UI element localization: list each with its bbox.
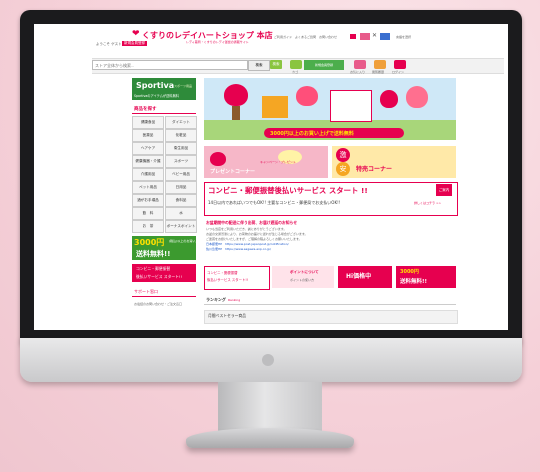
login-label: ログイン — [392, 70, 405, 74]
ranking-sub: Ranking — [228, 298, 241, 302]
category-hygiene[interactable]: 衛生用品 — [165, 142, 197, 155]
monitor-stand — [186, 428, 354, 448]
present-label: プレゼントコーナー — [210, 169, 256, 175]
cvs-sidebar-label: コンビニ・郵便振替 — [136, 266, 171, 271]
notice-line-4[interactable]: 日本郵便HP https://www.post.japanpost.jp/not… — [206, 242, 289, 246]
cvs-headline: コンビニ・郵便振替後払いサービス スタート !! — [208, 186, 368, 195]
category-daily[interactable]: 日用品 — [165, 181, 197, 194]
browser-screen: ❤ くすりのレデイハートショップ 本店 レディ薬局・くすりのレデイ運営の通販サイ… — [34, 24, 508, 330]
language-label: 言語を選択 — [396, 35, 412, 39]
support-heading: サポート窓口 — [134, 289, 158, 294]
top-links[interactable]: ご利用ガイド よくあるご質問 お問い合わせ — [274, 35, 337, 39]
search-scope-select[interactable]: 検索 — [248, 60, 270, 71]
present-sub: キャンペーン・プレゼント — [260, 160, 296, 164]
category-pet[interactable]: ペット用品 — [132, 181, 164, 194]
category-baby[interactable]: ベビー用品 — [165, 168, 197, 181]
category-bargain[interactable]: 酒がお手頃品 — [132, 194, 164, 207]
free-ship-amount: 3000円 — [400, 269, 419, 275]
heart-logo-icon: ❤ — [132, 29, 140, 39]
present-heart-icon — [210, 152, 226, 166]
heart-character-right — [380, 90, 398, 108]
free-shipping-strip-text: 3000円以上のお買い上げで送料無料 — [270, 131, 354, 137]
notice-title: お盆期間中の配送に伴う出荷、お届け遅延のお知らせ — [206, 220, 298, 225]
member-register-link[interactable]: 新規会員登録 — [122, 41, 147, 46]
monthly-bestseller: 月間ベストセラー商品 — [208, 313, 247, 318]
search-scope-label: 検索 — [255, 63, 263, 67]
free-ship-text: 送料無料!! — [400, 279, 428, 285]
search-button[interactable]: 検索 — [270, 60, 282, 69]
category-food[interactable]: 食料品 — [165, 194, 197, 207]
hi-price-text: Hi価格中 — [346, 273, 372, 280]
site-logo-sub: レディ薬局・くすりのレデイ運営の通販サイト — [186, 40, 249, 44]
point-sub: ポイントの使い方 — [290, 278, 315, 282]
close-icon[interactable]: ✕ — [372, 32, 377, 39]
promo-note: (税込)以上のお買い上げで — [169, 239, 205, 243]
category-health-devices[interactable]: 健康機器・介護 — [132, 155, 164, 168]
heart-character-mid — [296, 86, 318, 106]
category-heading: 商品を探す — [134, 107, 157, 112]
search-input[interactable] — [92, 60, 248, 70]
category-tea[interactable]: お 茶 — [132, 220, 164, 233]
tree-trunk — [232, 106, 240, 120]
sportiva-logo: Sportiva — [136, 81, 175, 90]
category-care[interactable]: 介護用品 — [132, 168, 164, 181]
sale-corner-banner[interactable] — [332, 146, 456, 178]
notice-line-2: お盆の交通渋滞により、お荷物のお届けに遅れが生じる場合がございます。 — [206, 232, 308, 236]
category-haircare[interactable]: ヘアケア — [132, 142, 164, 155]
gekiyasu-badge: 激 — [336, 148, 350, 162]
category-bonus-point[interactable]: ボーナスポイント — [165, 220, 197, 233]
category-sports[interactable]: スポーツ — [165, 155, 197, 168]
notice-line-5[interactable]: 佐川急便HP https://www.sagawa-exp.co.jp/ — [206, 247, 271, 251]
category-water[interactable]: 水 — [165, 207, 197, 220]
language-flag-icon[interactable] — [380, 33, 390, 40]
apple-logo-icon — [262, 354, 274, 366]
cart-label: カゴ — [292, 70, 299, 74]
ranking-title: ランキング — [206, 297, 226, 302]
heart-character-left — [224, 84, 248, 106]
notice-line-1: いつも当店をご利用いただき、誠にありがとうございます。 — [206, 227, 287, 231]
cart-icon[interactable] — [290, 60, 302, 69]
ranking-bar — [204, 296, 456, 305]
cvs-sidebar-label2: 後払いサービス スタート!! — [136, 274, 183, 279]
category-cosmetics[interactable]: 化粧品 — [165, 129, 197, 142]
cart-flag-icon — [350, 34, 356, 39]
gekiyasu-badge-2: 安 — [336, 162, 350, 176]
shop-building — [262, 96, 288, 118]
notice-line-3: ご迷惑をお掛けいたしますが、ご理解の程よろしくお願いいたします。 — [206, 237, 302, 241]
monitor-neck — [218, 382, 322, 434]
flag-icon — [360, 33, 370, 40]
support-line: お電話のお問い合わせ・ご注文窓口 — [134, 302, 183, 306]
cvs-subline-link[interactable]: 詳しくはコチラ >> — [414, 201, 441, 205]
sportiva-note: Sportivaのアイテムが送料無料 — [134, 94, 179, 98]
cvs-small-title: コンビニ・郵便振替 — [207, 271, 238, 275]
promo-free: 送料無料!! — [136, 250, 171, 258]
category-diet[interactable]: ダイエット — [165, 116, 197, 129]
headline-badge: ご案内 — [436, 184, 452, 196]
cvs-subline: 14日以内であればいつでもOK!! 主要なコンビニ・郵便局でお支払いOK!! — [208, 200, 341, 205]
sportiva-sub: スポーツ用品 — [174, 84, 192, 88]
heart-character-far-right — [406, 86, 428, 108]
favorites-icon[interactable] — [354, 60, 366, 69]
history-icon[interactable] — [374, 60, 386, 69]
category-medicine[interactable]: 医薬品 — [132, 129, 164, 142]
point-title: ポイントについて — [290, 270, 319, 274]
favorites-label: お気に入り — [350, 70, 366, 74]
category-health-food[interactable]: 健康食品 — [132, 116, 164, 129]
history-label: 閲覧履歴 — [372, 70, 385, 74]
store-building — [330, 90, 372, 122]
category-drinks[interactable]: 飲 料 — [132, 207, 164, 220]
cvs-small-sub: 後払いサービス スタート!! — [207, 278, 249, 282]
promo-amount: 3000円 — [134, 238, 165, 247]
sale-label: 特売コーナー — [356, 166, 393, 173]
login-icon[interactable] — [394, 60, 406, 69]
register-button[interactable]: 新規会員登録 — [304, 60, 344, 70]
